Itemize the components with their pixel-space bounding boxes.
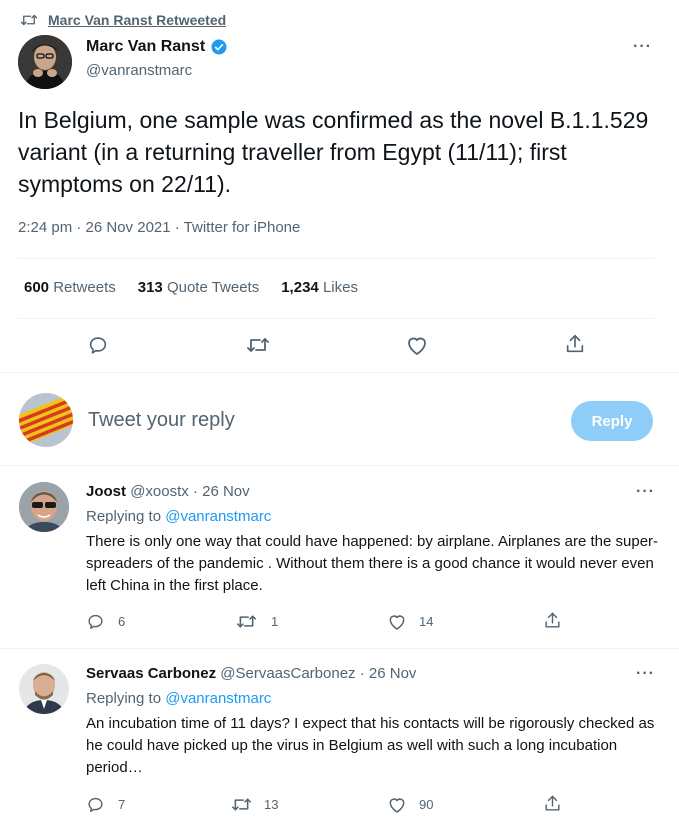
- divider: [0, 372, 679, 373]
- divider: [0, 465, 679, 466]
- author-name[interactable]: Marc Van Ranst: [86, 38, 228, 56]
- retweeted-by-label[interactable]: Marc Van Ranst Retweeted: [48, 12, 226, 28]
- share-icon[interactable]: [564, 333, 586, 355]
- reply-timestamp[interactable]: · 26 Nov: [193, 483, 250, 500]
- reply-author-handle[interactable]: @ServaasCarbonez: [220, 665, 355, 682]
- retweet-icon: [236, 612, 257, 631]
- likes-count: 1,234: [281, 279, 319, 296]
- quote-tweets-count: 313: [137, 279, 163, 296]
- avatar[interactable]: [18, 35, 72, 89]
- quote-tweets-label: Quote Tweets: [166, 279, 260, 296]
- reply-action-like[interactable]: 90: [387, 795, 433, 814]
- replying-to-prefix: Replying to: [86, 690, 162, 707]
- reply-icon: [86, 795, 105, 814]
- reply-author-name[interactable]: Joost: [86, 483, 126, 500]
- reply-icon: [86, 612, 105, 631]
- replying-to-prefix: Replying to: [86, 508, 162, 525]
- like-heart-icon: [387, 795, 407, 814]
- author-name-text[interactable]: Marc Van Ranst: [86, 38, 205, 56]
- retweeted-by-header[interactable]: Marc Van Ranst Retweeted: [20, 10, 226, 30]
- reply-action-like[interactable]: 14: [387, 612, 433, 631]
- reply-header: Joost @xoostx · 26 Nov: [86, 483, 250, 500]
- like-heart-icon[interactable]: [405, 334, 429, 356]
- replying-to: Replying to @vanranstmarc: [86, 508, 271, 525]
- reply-action-retweet[interactable]: 13: [231, 795, 278, 814]
- reply-button[interactable]: Reply: [571, 401, 653, 441]
- avatar[interactable]: [19, 482, 69, 532]
- avatar[interactable]: [19, 393, 73, 447]
- tweet-text: In Belgium, one sample was confirmed as …: [18, 107, 649, 197]
- more-options-icon[interactable]: ···: [633, 38, 652, 56]
- quote-tweets-stat[interactable]: 313 Quote Tweets: [138, 279, 259, 296]
- retweet-count: 13: [264, 797, 279, 812]
- retweets-label: Retweets: [53, 279, 116, 296]
- reply-author-name[interactable]: Servaas Carbonez: [86, 665, 216, 682]
- reply-action-reply[interactable]: 6: [86, 612, 125, 631]
- reply-count: 7: [118, 797, 126, 812]
- retweets-count: 600: [24, 279, 50, 296]
- more-options-icon[interactable]: ···: [636, 483, 655, 501]
- reply-timestamp[interactable]: · 26 Nov: [360, 665, 417, 682]
- share-icon[interactable]: [543, 611, 562, 630]
- retweet-icon: [231, 795, 252, 814]
- like-count: 14: [419, 614, 434, 629]
- reply-text: An incubation time of 11 days? I expect …: [86, 715, 655, 776]
- retweet-icon[interactable]: [246, 334, 270, 356]
- likes-label: Likes: [322, 279, 358, 296]
- tweet-timestamp[interactable]: 2:24 pm · 26 Nov 2021 · Twitter for iPho…: [18, 219, 300, 236]
- retweets-stat[interactable]: 600 Retweets: [24, 279, 116, 296]
- divider: [18, 318, 655, 319]
- more-options-icon[interactable]: ···: [636, 665, 655, 683]
- reply-input[interactable]: Tweet your reply: [88, 409, 235, 432]
- replying-to-handle[interactable]: @vanranstmarc: [165, 508, 271, 525]
- replying-to-handle[interactable]: @vanranstmarc: [165, 690, 271, 707]
- retweet-count: 1: [271, 614, 279, 629]
- reply-action-reply[interactable]: 7: [86, 795, 125, 814]
- reply-author-handle[interactable]: @xoostx: [130, 483, 189, 500]
- author-handle[interactable]: @vanranstmarc: [86, 62, 192, 79]
- verified-badge-icon: [210, 38, 228, 56]
- like-heart-icon: [387, 612, 407, 631]
- reply-text: There is only one way that could have ha…: [86, 533, 659, 594]
- reply-header: Servaas Carbonez @ServaasCarbonez · 26 N…: [86, 665, 416, 682]
- likes-stat[interactable]: 1,234 Likes: [281, 279, 358, 296]
- divider: [0, 648, 679, 649]
- tweet-stats: 600 Retweets 313 Quote Tweets 1,234 Like…: [24, 279, 358, 296]
- reply-action-retweet[interactable]: 1: [236, 612, 278, 631]
- reply-icon[interactable]: [87, 334, 109, 356]
- share-icon[interactable]: [543, 794, 562, 813]
- retweet-icon: [20, 12, 38, 28]
- reply-count: 6: [118, 614, 126, 629]
- avatar[interactable]: [19, 664, 69, 714]
- divider: [18, 258, 655, 259]
- replying-to: Replying to @vanranstmarc: [86, 690, 271, 707]
- like-count: 90: [419, 797, 434, 812]
